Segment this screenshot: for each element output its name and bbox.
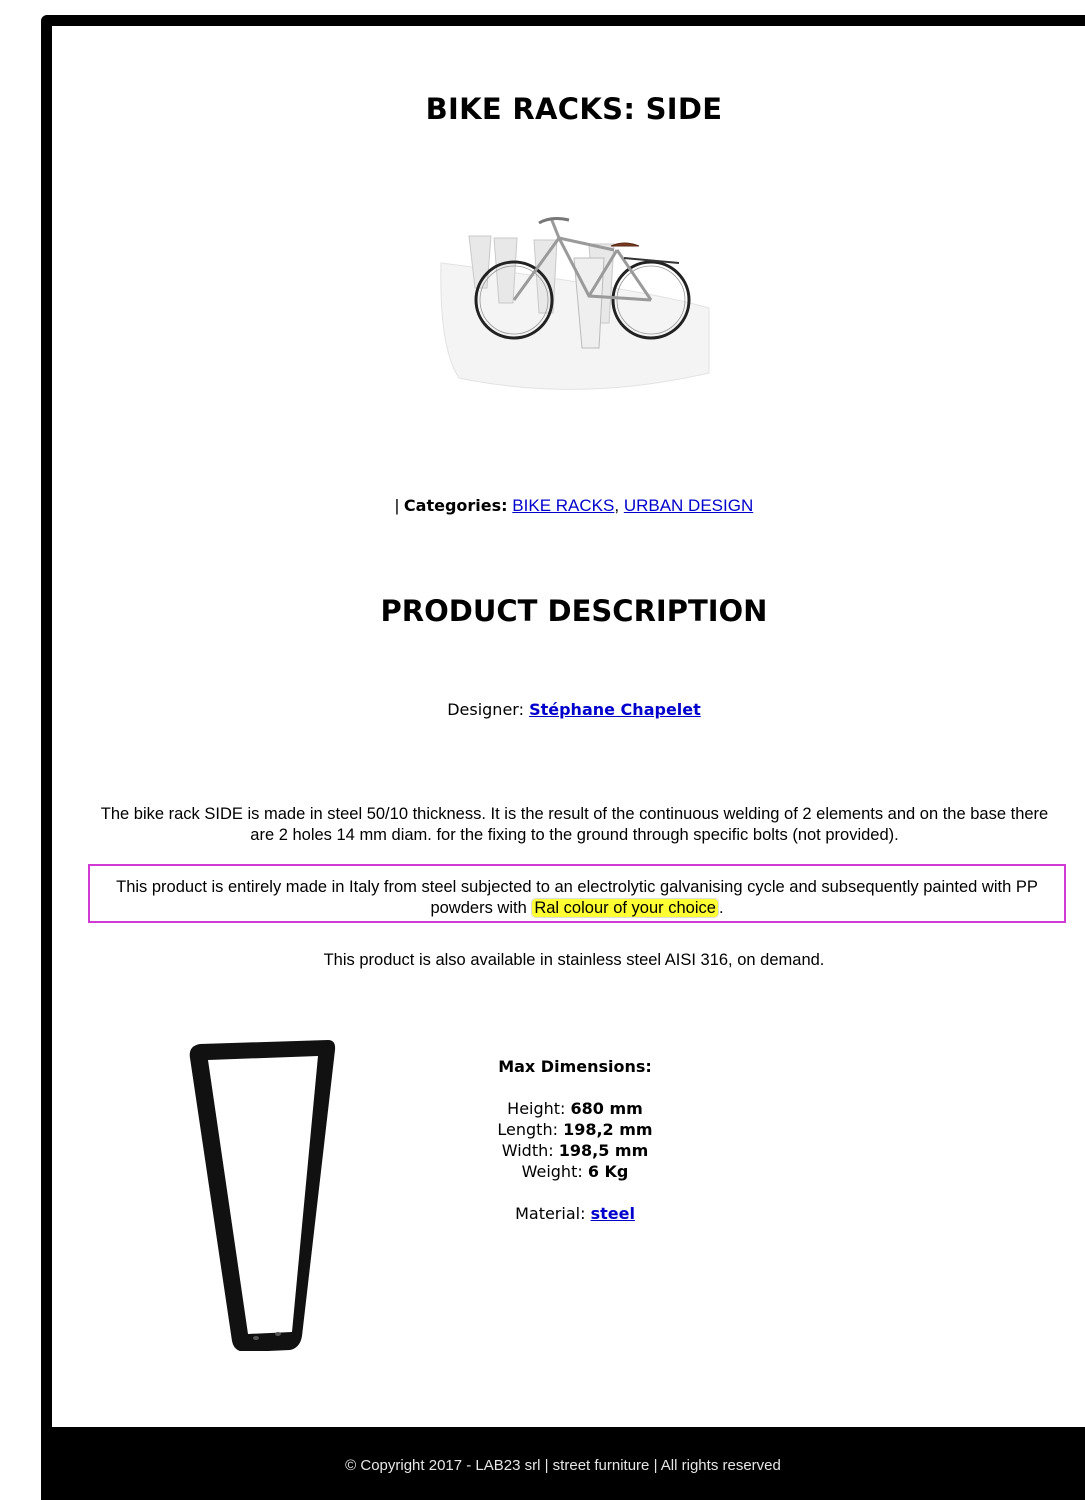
- category-link-urban-design[interactable]: URBAN DESIGN: [624, 496, 753, 515]
- page-frame: BIKE RACKS: SIDE | Categories: BIKE RACK…: [41, 15, 1085, 1500]
- width-label: Width:: [501, 1141, 554, 1160]
- categories-label: Categories:: [403, 496, 508, 515]
- designer-line: Designer: Stéphane Chapelet: [52, 700, 1085, 719]
- section-title: PRODUCT DESCRIPTION: [380, 594, 768, 628]
- material-row: Material: steel: [450, 1203, 700, 1224]
- length-value: 198,2 mm: [563, 1120, 653, 1139]
- footer-copyright: © Copyright 2017 - LAB23 srl | street fu…: [345, 1457, 781, 1474]
- content-area: BIKE RACKS: SIDE | Categories: BIKE RACK…: [52, 26, 1085, 1427]
- categories-prefix: |: [394, 496, 400, 515]
- dimensions-heading: Max Dimensions:: [498, 1057, 652, 1076]
- rack-product-image: [186, 1036, 336, 1352]
- category-link-bike-racks[interactable]: BIKE RACKS: [512, 496, 614, 515]
- designer-link[interactable]: Stéphane Chapelet: [529, 700, 701, 719]
- ral-colour-highlight: Ral colour of your choice: [531, 898, 719, 918]
- italy-paragraph: This product is entirely made in Italy f…: [97, 877, 1057, 919]
- length-label: Length:: [497, 1120, 558, 1139]
- categories-separator: ,: [614, 496, 620, 515]
- length-row: Length: 198,2 mm: [450, 1119, 700, 1140]
- italy-paragraph-end: .: [718, 899, 724, 917]
- page-title: BIKE RACKS: SIDE: [425, 92, 723, 126]
- weight-value: 6 Kg: [587, 1162, 629, 1181]
- designer-label: Designer:: [447, 700, 524, 719]
- height-label: Height:: [507, 1099, 566, 1118]
- weight-label: Weight:: [521, 1162, 583, 1181]
- product-hero-image: [439, 188, 714, 393]
- height-value: 680 mm: [570, 1099, 643, 1118]
- description-paragraph: The bike rack SIDE is made in steel 50/1…: [100, 805, 1049, 844]
- material-label: Material:: [515, 1204, 586, 1223]
- weight-row: Weight: 6 Kg: [450, 1161, 700, 1182]
- height-row: Height: 680 mm: [450, 1098, 700, 1119]
- width-value: 198,5 mm: [558, 1141, 649, 1160]
- material-link[interactable]: steel: [591, 1204, 635, 1223]
- width-row: Width: 198,5 mm: [450, 1140, 700, 1161]
- stainless-paragraph: This product is also available in stainl…: [323, 951, 825, 969]
- dimensions-block: Max Dimensions: Height: 680 mm Length: 1…: [450, 1056, 700, 1224]
- categories-line: | Categories: BIKE RACKS, URBAN DESIGN: [52, 496, 1085, 516]
